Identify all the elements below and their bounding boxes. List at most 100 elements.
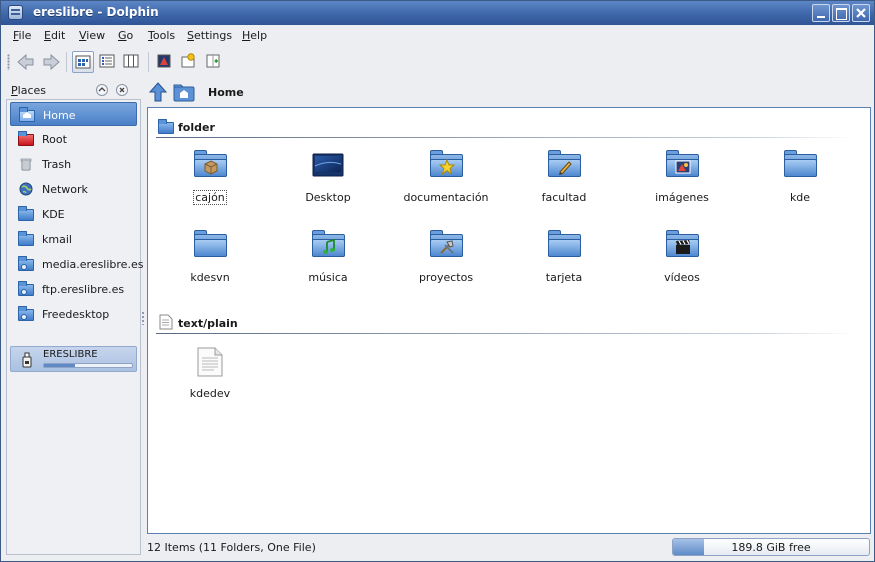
drive-usage-bar [43, 363, 133, 368]
undock-icon [98, 87, 106, 92]
menu-go[interactable]: Go [118, 29, 133, 42]
close-button[interactable] [852, 4, 870, 22]
desktop-folder-icon [312, 153, 344, 177]
places-panel: Places Home Root Trash Network KDE kmail… [6, 79, 143, 557]
file-item-facultad[interactable]: facultad [514, 146, 614, 216]
places-list: Home Root Trash Network KDE kmail media.… [6, 99, 143, 555]
panel-splitter[interactable] [141, 311, 145, 325]
free-space-label: 189.8 GiB free [731, 541, 811, 554]
file-item-proyectos[interactable]: proyectos [396, 226, 496, 296]
group-header-folder: folder [156, 118, 856, 138]
forward-button[interactable] [40, 51, 62, 73]
preview-icon [157, 54, 171, 68]
folder-icon [784, 150, 817, 177]
home-folder-icon [19, 107, 35, 122]
menu-settings[interactable]: Settings [187, 29, 232, 42]
remote-folder-icon [18, 256, 34, 271]
home-folder-icon [173, 84, 195, 102]
folder-box-icon [194, 150, 227, 177]
free-space-indicator[interactable]: 189.8 GiB free [672, 538, 870, 556]
toolbar-grip[interactable] [7, 54, 10, 70]
place-kmail[interactable]: kmail [10, 227, 137, 251]
place-ftp-ereslibre[interactable]: ftp.ereslibre.es [10, 277, 137, 301]
breadcrumb-home-button[interactable] [173, 82, 195, 102]
folder-icon [18, 231, 34, 246]
remote-folder-icon [18, 281, 34, 296]
dolphin-app-icon[interactable] [8, 5, 23, 20]
trash-icon [20, 158, 32, 171]
new-folder-icon [181, 53, 195, 68]
split-view-button[interactable] [203, 51, 225, 73]
main-toolbar [1, 48, 874, 76]
menu-edit[interactable]: Edit [44, 29, 65, 42]
title-bar[interactable]: ereslibre - Dolphin [1, 1, 874, 25]
back-icon [17, 53, 34, 71]
maximize-button[interactable] [832, 4, 850, 22]
group-divider [156, 137, 856, 138]
file-item-tarjeta[interactable]: tarjeta [514, 226, 614, 296]
dolphin-window: ereslibre - Dolphin File Edit View Go To… [0, 0, 875, 562]
up-arrow-icon [148, 82, 168, 102]
file-item-kdedev[interactable]: kdedev [160, 342, 260, 412]
folder-icon [18, 206, 34, 221]
new-folder-button[interactable] [178, 51, 200, 73]
close-panel-button[interactable] [116, 84, 128, 96]
place-trash[interactable]: Trash [10, 152, 137, 176]
toolbar-separator [66, 52, 67, 72]
root-folder-icon [18, 131, 34, 146]
file-item-kdesvn[interactable]: kdesvn [160, 226, 260, 296]
location-bar: Home [147, 79, 871, 105]
undock-button[interactable] [96, 84, 108, 96]
breadcrumb-home[interactable]: Home [208, 86, 244, 99]
remote-folder-icon [18, 306, 34, 321]
folder-music-icon [312, 230, 345, 257]
place-home[interactable]: Home [10, 102, 137, 126]
file-item-desktop[interactable]: Desktop [278, 146, 378, 216]
menu-view[interactable]: View [79, 29, 105, 42]
back-button[interactable] [15, 51, 37, 73]
place-root[interactable]: Root [10, 127, 137, 151]
place-freedesktop[interactable]: Freedesktop [10, 302, 137, 326]
place-kde[interactable]: KDE [10, 202, 137, 226]
details-view-button[interactable] [97, 51, 119, 73]
window-title: ereslibre - Dolphin [33, 5, 159, 19]
place-network[interactable]: Network [10, 177, 137, 201]
forward-icon [43, 53, 60, 71]
minimize-button[interactable] [812, 4, 830, 22]
folder-tools-icon [430, 230, 463, 257]
go-up-button[interactable] [148, 81, 168, 103]
folder-icon [194, 230, 227, 257]
menu-file[interactable]: File [13, 29, 31, 42]
toolbar-separator [148, 52, 149, 72]
text-file-icon [197, 347, 223, 377]
text-file-icon [159, 314, 173, 330]
place-media-ereslibre[interactable]: media.ereslibre.es [10, 252, 143, 276]
file-item-imagenes[interactable]: imágenes [632, 146, 732, 216]
file-view[interactable]: folder cajón Desktop documentación facul… [147, 107, 871, 534]
places-title: Places [11, 84, 46, 97]
status-bar: 12 Items (11 Folders, One File) 189.8 Gi… [147, 538, 871, 558]
usb-drive-icon [22, 352, 32, 368]
details-view-icon [99, 54, 115, 68]
file-item-documentacion[interactable]: documentación [396, 146, 496, 216]
file-item-kde[interactable]: kde [750, 146, 850, 216]
columns-view-button[interactable] [121, 51, 143, 73]
preview-button[interactable] [154, 51, 176, 73]
file-item-musica[interactable]: música [278, 226, 378, 296]
network-icon [19, 182, 33, 196]
folder-icon [548, 230, 581, 257]
file-item-cajon[interactable]: cajón [160, 146, 260, 216]
places-header: Places [6, 81, 141, 99]
group-divider [156, 333, 856, 334]
folder-pencil-icon [548, 150, 581, 177]
icons-view-button[interactable] [72, 51, 94, 73]
folder-video-icon [666, 230, 699, 257]
group-header-text-plain: text/plain [156, 314, 856, 334]
folder-icon [158, 119, 174, 134]
menu-help[interactable]: Help [242, 29, 267, 42]
menu-tools[interactable]: Tools [148, 29, 175, 42]
place-ereslibre-drive[interactable]: ERESLIBRE [10, 346, 137, 372]
close-icon [119, 87, 125, 93]
status-text: 12 Items (11 Folders, One File) [147, 541, 316, 554]
file-item-videos[interactable]: vídeos [632, 226, 732, 296]
